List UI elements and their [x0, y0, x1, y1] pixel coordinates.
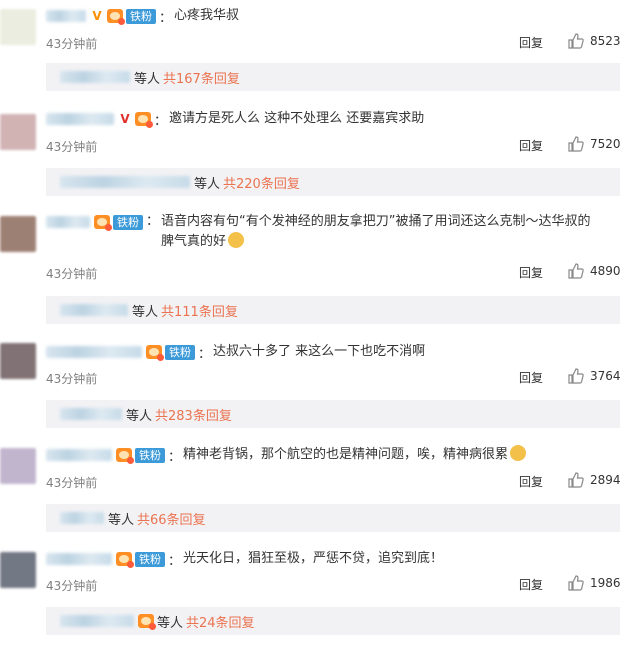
- avatar[interactable]: [0, 216, 36, 252]
- fan-level-icon: [94, 215, 112, 231]
- thumbs-up-icon[interactable]: [568, 263, 584, 279]
- verified-v-icon: V: [92, 9, 102, 23]
- fan-badge: 铁粉: [135, 551, 165, 567]
- colon: ：: [154, 113, 168, 129]
- comment-time: 43分钟前: [46, 140, 98, 154]
- comment-text: 精神老背锅，那个航空的也是精神问题，唉，精神病很累: [183, 445, 527, 465]
- avatar[interactable]: [0, 9, 36, 45]
- comment-header: 铁粉 ： 语音内容有句“有个发神经的朋友拿把刀”被捅了用词还这么克制～达华叔的脾…: [46, 212, 626, 252]
- thumbs-up-icon[interactable]: [568, 472, 584, 488]
- emoji-icon: [510, 445, 527, 461]
- reply-button[interactable]: 回复: [519, 137, 543, 154]
- fan-level-icon: [135, 112, 153, 128]
- comment-header: 铁粉 ： 光天化日，猖狂至极，严惩不贷，追究到底！: [46, 548, 443, 570]
- fan-level-icon: [116, 448, 134, 464]
- fan-level-icon: [107, 9, 125, 25]
- comment-time: 43分钟前: [46, 37, 98, 51]
- fan-level-icon: [146, 345, 164, 361]
- comment-text: 光天化日，猖狂至极，严惩不贷，追究到底！: [183, 551, 444, 566]
- emoji-icon: [228, 232, 245, 248]
- others-label: 等人: [134, 71, 161, 87]
- view-replies-link[interactable]: 共24条回复: [186, 612, 255, 631]
- colon: ：: [198, 346, 212, 362]
- fan-badge: 铁粉: [126, 8, 156, 24]
- others-label: 等人: [126, 408, 153, 424]
- avatar[interactable]: [0, 552, 36, 588]
- replier-names-blurred: [60, 176, 190, 188]
- like-count: 3764: [590, 369, 621, 383]
- reply-button[interactable]: 回复: [519, 264, 543, 281]
- view-replies-link[interactable]: 共167条回复: [163, 68, 240, 87]
- fan-level-icon: [138, 614, 156, 630]
- comment-header: V 铁粉 ： 心疼我华叔: [46, 5, 239, 27]
- fan-badge: 铁粉: [113, 215, 143, 230]
- like-count: 2894: [590, 473, 621, 487]
- comment-time: 43分钟前: [46, 267, 98, 281]
- comment-time: 43分钟前: [46, 372, 98, 386]
- username-blurred[interactable]: [46, 10, 86, 22]
- comment-header: 铁粉 ： 达叔六十多了 来这么一下也吃不消啊: [46, 341, 425, 363]
- reply-button[interactable]: 回复: [519, 576, 543, 593]
- thumbs-up-icon[interactable]: [568, 136, 584, 152]
- replier-names-blurred: [60, 71, 130, 83]
- reply-button[interactable]: 回复: [519, 473, 543, 490]
- username-blurred[interactable]: [46, 553, 112, 565]
- username-blurred[interactable]: [46, 113, 114, 125]
- others-label: 等人: [194, 176, 221, 192]
- sub-replies-box[interactable]: 等人 共220条回复: [46, 168, 620, 196]
- sub-replies-box[interactable]: 等人 共111条回复: [46, 296, 620, 324]
- comment-text: 达叔六十多了 来这么一下也吃不消啊: [213, 344, 426, 359]
- comment-text: 语音内容有句“有个发神经的朋友拿把刀”被捅了用词还这么克制～达华叔的脾气真的好: [161, 214, 591, 249]
- avatar[interactable]: [0, 343, 36, 379]
- replier-names-blurred: [60, 408, 122, 420]
- comment-time: 43分钟前: [46, 579, 98, 593]
- fan-level-icon: [116, 552, 134, 568]
- sub-replies-box[interactable]: 等人 共283条回复: [46, 400, 620, 428]
- thumbs-up-icon[interactable]: [568, 575, 584, 591]
- colon: ：: [168, 449, 182, 465]
- others-label: 等人: [108, 512, 135, 528]
- sub-replies-box[interactable]: 等人 共66条回复: [46, 504, 620, 532]
- sub-replies-box[interactable]: 等人 共24条回复: [46, 607, 620, 635]
- colon: ：: [168, 553, 182, 569]
- like-count: 1986: [590, 576, 621, 590]
- replier-names-blurred: [60, 512, 104, 524]
- colon: ：: [146, 214, 160, 229]
- username-blurred[interactable]: [46, 216, 90, 228]
- thumbs-up-icon[interactable]: [568, 368, 584, 384]
- replier-names-blurred: [60, 304, 128, 316]
- like-count: 8523: [590, 34, 621, 48]
- avatar[interactable]: [0, 448, 36, 484]
- replier-names-blurred: [60, 615, 134, 627]
- view-replies-link[interactable]: 共220条回复: [223, 173, 300, 192]
- username-blurred[interactable]: [46, 449, 112, 461]
- thumbs-up-icon[interactable]: [568, 33, 584, 49]
- comment-time: 43分钟前: [46, 476, 98, 490]
- comment-text: 邀请方是死人么 这种不处理么 还要嘉宾求助: [169, 111, 425, 126]
- view-replies-link[interactable]: 共66条回复: [137, 509, 206, 528]
- reply-button[interactable]: 回复: [519, 34, 543, 51]
- view-replies-link[interactable]: 共111条回复: [161, 301, 238, 320]
- reply-button[interactable]: 回复: [519, 369, 543, 386]
- others-label: 等人: [132, 304, 159, 320]
- fan-badge: 铁粉: [135, 447, 165, 463]
- colon: ：: [159, 10, 173, 26]
- comment-text: 心疼我华叔: [174, 8, 240, 23]
- comment-header: 铁粉 ： 精神老背锅，那个航空的也是精神问题，唉，精神病很累: [46, 444, 527, 466]
- sub-replies-box[interactable]: 等人 共167条回复: [46, 63, 620, 91]
- others-label: 等人: [157, 615, 184, 631]
- fan-badge: 铁粉: [165, 344, 195, 360]
- comment-header: V ： 邀请方是死人么 这种不处理么 还要嘉宾求助: [46, 108, 424, 130]
- view-replies-link[interactable]: 共283条回复: [155, 405, 232, 424]
- avatar[interactable]: [0, 114, 36, 150]
- like-count: 4890: [590, 264, 621, 278]
- verified-v-icon: V: [120, 112, 130, 126]
- username-blurred[interactable]: [46, 346, 142, 358]
- like-count: 7520: [590, 137, 621, 151]
